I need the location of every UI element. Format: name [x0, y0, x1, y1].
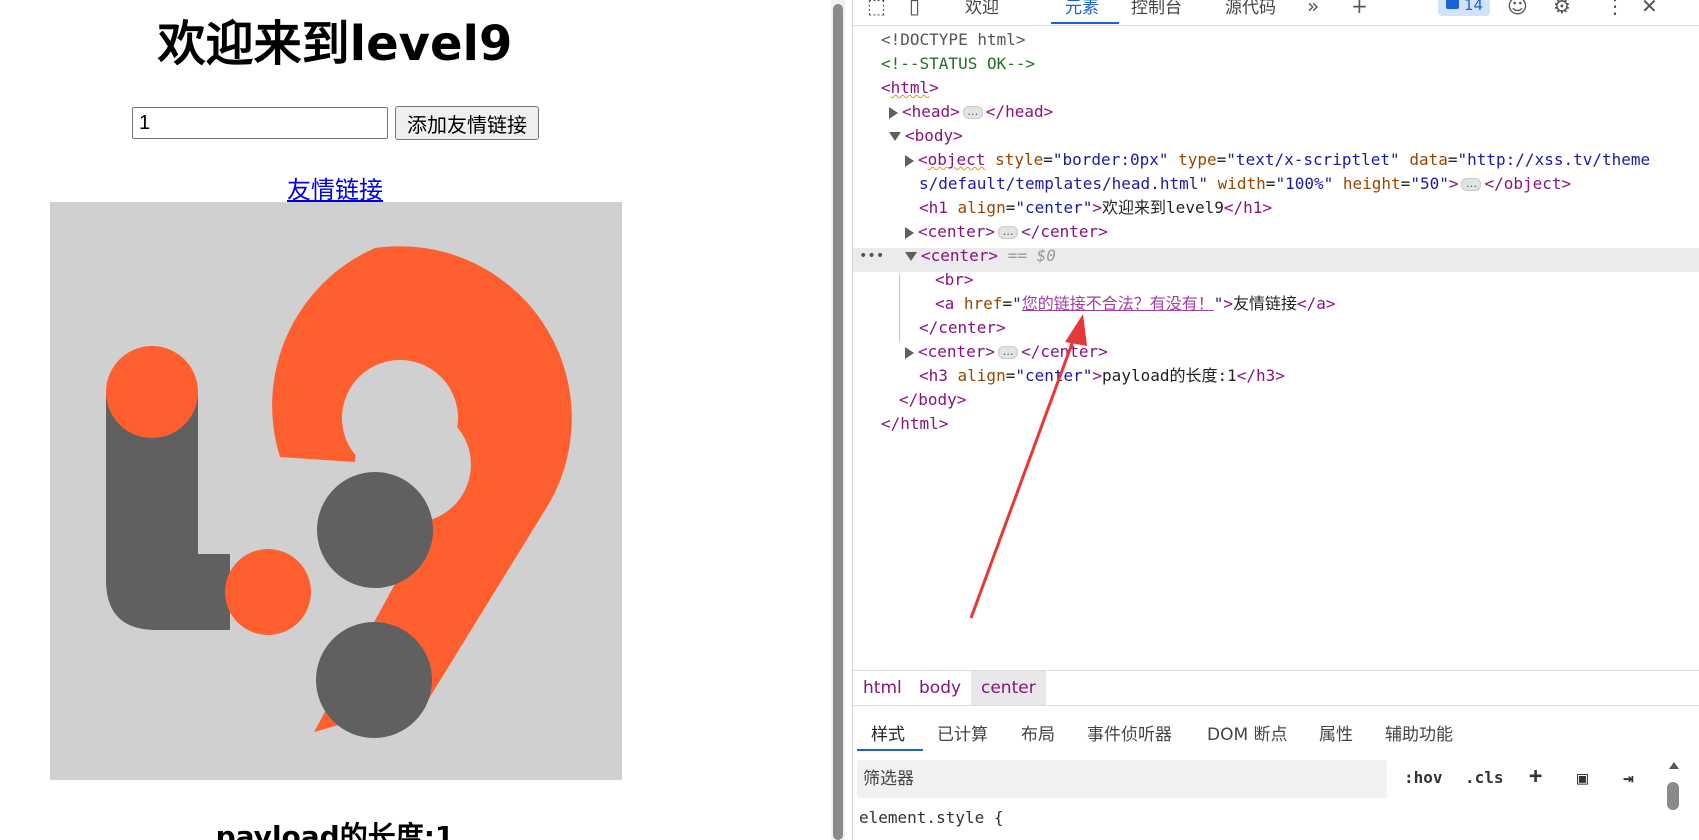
logo-l-bottom-dot: [225, 549, 311, 635]
collapse-triangle-icon[interactable]: [889, 132, 901, 141]
dom-h1[interactable]: <h1 align="center">欢迎来到level9</h1>: [919, 196, 1272, 221]
tab-styles[interactable]: 样式: [871, 720, 905, 745]
dom-center-close[interactable]: </center>: [919, 316, 1006, 341]
add-link-button[interactable]: 添加友情链接: [395, 106, 539, 140]
settings-gear-icon[interactable]: ⚙: [1553, 0, 1571, 18]
more-tabs-icon[interactable]: »: [1307, 0, 1319, 18]
dom-body-close[interactable]: </body>: [899, 388, 966, 413]
styles-filter-input[interactable]: 筛选器: [857, 760, 1387, 798]
inspect-element-icon[interactable]: ⬚: [867, 0, 886, 18]
issues-badge[interactable]: 14: [1438, 0, 1490, 16]
expand-triangle-icon[interactable]: [905, 346, 914, 359]
tab-accessibility[interactable]: 辅助功能: [1385, 720, 1453, 745]
dom-h3[interactable]: <h3 align="center">payload的长度:1</h3>: [919, 364, 1285, 389]
expand-triangle-icon[interactable]: [905, 154, 914, 167]
dom-center-selected[interactable]: <center> == $0: [905, 244, 1056, 269]
tab-properties[interactable]: 属性: [1319, 720, 1353, 745]
close-devtools-icon[interactable]: ✕: [1641, 0, 1658, 18]
cls-toggle[interactable]: .cls: [1465, 768, 1504, 787]
styles-tabs: 样式 已计算 布局 事件侦听器 DOM 断点 属性 辅助功能: [853, 712, 1699, 752]
element-style-rule[interactable]: element.style {: [859, 808, 1004, 827]
add-tab-icon[interactable]: +: [1351, 0, 1368, 18]
format-paint-icon[interactable]: ▣: [1577, 768, 1588, 789]
device-toolbar-icon[interactable]: ▯: [909, 0, 920, 18]
page-title: 欢迎来到level9: [157, 16, 513, 72]
level9-logo-image: [50, 202, 622, 780]
expand-triangle-icon[interactable]: [905, 226, 914, 239]
ellipsis-icon[interactable]: …: [962, 106, 983, 119]
ellipsis-icon[interactable]: …: [1461, 178, 1482, 191]
page-scrollbar[interactable]: [831, 0, 845, 840]
dom-head[interactable]: <head>… </head>: [889, 100, 1053, 125]
chat-icon: [1446, 0, 1459, 9]
ellipsis-icon[interactable]: …: [998, 226, 1019, 239]
logo-nine-mid-dot: [317, 472, 433, 588]
scroll-up-arrow-icon[interactable]: [1669, 762, 1679, 769]
devtools-panel: ⬚ ▯ 欢迎 元素 控制台 源代码 » + 14 ☺ ⚙ ⋮ ✕ <!DOCTY…: [852, 0, 1699, 840]
devtools-toolbar: ⬚ ▯ 欢迎 元素 控制台 源代码 » + 14 ☺ ⚙ ⋮ ✕: [853, 0, 1699, 26]
ellipsis-icon[interactable]: …: [998, 346, 1019, 359]
dom-html-close[interactable]: </html>: [881, 412, 948, 437]
hov-toggle[interactable]: :hov: [1404, 768, 1443, 787]
dom-a[interactable]: <a href="您的链接不合法？有没有！">友情链接</a>: [935, 292, 1336, 317]
new-style-rule-icon[interactable]: +: [1529, 764, 1542, 789]
tree-indent-guide: [899, 274, 900, 342]
breadcrumb: html body center: [853, 670, 1699, 706]
dom-object-cont[interactable]: s/default/templates/head.html" width="10…: [919, 172, 1571, 197]
tab-sources[interactable]: 源代码: [1225, 0, 1276, 18]
dom-doctype[interactable]: <!DOCTYPE html>: [881, 28, 1026, 53]
logo-nine-hole: [342, 360, 458, 476]
row-more-icon[interactable]: •••: [859, 244, 884, 269]
breadcrumb-center[interactable]: center: [971, 671, 1046, 705]
friend-link[interactable]: 友情链接: [287, 176, 383, 204]
breadcrumb-body[interactable]: body: [909, 671, 971, 705]
logo-nine-tail-dot: [316, 622, 432, 738]
friend-link-container: 友情链接: [0, 170, 670, 205]
payload-length-heading: payload的长度:1: [215, 820, 455, 840]
tab-dom-breakpoints[interactable]: DOM 断点: [1207, 720, 1288, 745]
feedback-icon[interactable]: ☺: [1507, 0, 1528, 18]
tab-event-listeners[interactable]: 事件侦听器: [1087, 720, 1172, 745]
tab-elements[interactable]: 元素: [1065, 0, 1099, 18]
tab-elements-underline: [1051, 22, 1119, 24]
tab-console[interactable]: 控制台: [1131, 0, 1182, 18]
dom-comment[interactable]: <!--STATUS OK-->: [881, 52, 1035, 77]
tab-welcome[interactable]: 欢迎: [965, 0, 999, 18]
styles-tab-underline: [857, 749, 923, 751]
tab-computed[interactable]: 已计算: [937, 720, 988, 745]
breadcrumb-html[interactable]: html: [853, 671, 912, 705]
dom-center-1[interactable]: <center>… </center>: [905, 220, 1108, 245]
expand-triangle-icon[interactable]: [889, 106, 898, 119]
tab-layout[interactable]: 布局: [1021, 720, 1055, 745]
logo-l-top-dot: [106, 346, 198, 438]
toggle-sidebar-icon[interactable]: ⇥: [1623, 768, 1634, 789]
link-input[interactable]: [132, 107, 388, 139]
dom-center-3[interactable]: <center>… </center>: [905, 340, 1108, 365]
page-scroll-thumb[interactable]: [833, 4, 843, 840]
dom-body-open[interactable]: <body>: [889, 124, 963, 149]
collapse-triangle-icon[interactable]: [905, 252, 917, 261]
dom-object[interactable]: <object style="border:0px" type="text/x-…: [905, 148, 1650, 173]
more-options-icon[interactable]: ⋮: [1605, 0, 1625, 18]
styles-scroll-thumb[interactable]: [1667, 782, 1679, 810]
styles-scrollbar[interactable]: [1665, 756, 1681, 840]
dom-br[interactable]: <br>: [935, 268, 974, 293]
web-page: 欢迎来到level9 添加友情链接 友情链接 payload的长度:1: [0, 0, 830, 840]
dom-tree: <!DOCTYPE html> <!--STATUS OK--> <html> …: [853, 28, 1699, 670]
dom-html-open[interactable]: <html>: [881, 76, 939, 101]
